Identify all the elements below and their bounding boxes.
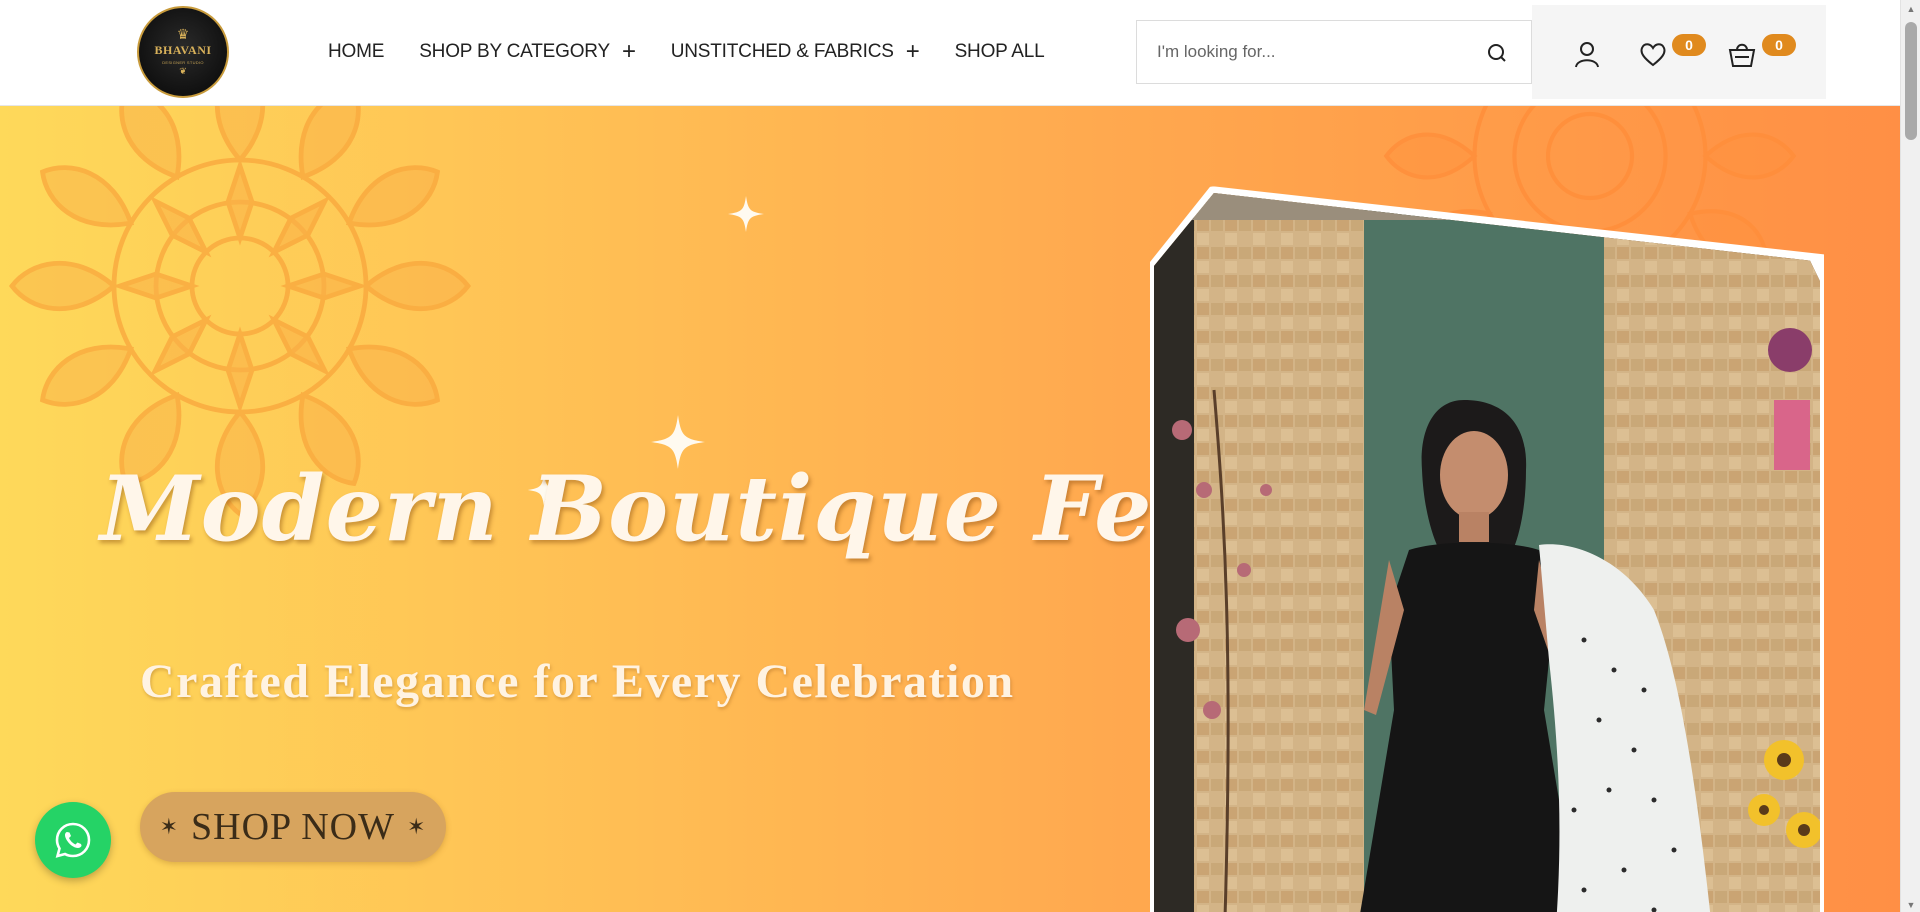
hero-model-photo (1154, 193, 1820, 912)
header-actions: 0 0 (1532, 5, 1826, 99)
search-bar (1136, 20, 1532, 84)
nav-item-label: SHOP ALL (954, 41, 1045, 62)
search-input[interactable] (1157, 42, 1477, 62)
scrollbar-thumb[interactable] (1905, 22, 1917, 140)
whatsapp-chat-button[interactable] (35, 802, 111, 878)
star-icon: ✶ (407, 814, 427, 839)
nav-item-home[interactable]: HOME (328, 41, 384, 63)
plus-icon[interactable]: + (622, 40, 636, 64)
plus-icon[interactable]: + (906, 40, 920, 64)
logo-ornament-icon: ❦ (179, 66, 187, 76)
hero-subheadline: Crafted Elegance for Every Celebration (140, 655, 1015, 708)
wishlist-count-badge: 0 (1672, 34, 1706, 56)
site-header: ♛ BHAVANI DESIGNER STUDIO ❦ HOME SHOP BY… (0, 0, 1900, 106)
nav-item-label: SHOP BY CATEGORY (419, 41, 610, 62)
heart-icon[interactable] (1638, 39, 1668, 69)
nav-item-shop-all[interactable]: SHOP ALL (955, 41, 1045, 63)
user-icon[interactable] (1572, 39, 1602, 69)
logo-tagline: DESIGNER STUDIO (162, 60, 204, 65)
nav-item-label: HOME (328, 41, 385, 62)
nav-item-shop-by-category[interactable]: SHOP BY CATEGORY + (419, 40, 636, 64)
main-nav: HOME SHOP BY CATEGORY + UNSTITCHED & FAB… (328, 0, 1080, 104)
brand-logo[interactable]: ♛ BHAVANI DESIGNER STUDIO ❦ (137, 6, 229, 98)
logo-brand-text: BHAVANI (154, 43, 212, 57)
hero-headline: Modern Boutique Feel (100, 456, 1246, 562)
sparkle-icon (728, 196, 764, 232)
hero-banner: Modern Boutique Feel Crafted Elegance fo… (0, 106, 1900, 912)
star-icon: ✶ (159, 814, 179, 839)
model-illustration (1154, 193, 1820, 912)
cart-count-badge: 0 (1762, 34, 1796, 56)
page-scrollbar[interactable]: ▲ ▼ (1900, 0, 1920, 912)
whatsapp-icon (55, 822, 91, 858)
scroll-up-arrow-icon[interactable]: ▲ (1905, 4, 1917, 14)
scroll-down-arrow-icon[interactable]: ▼ (1905, 900, 1917, 910)
basket-icon[interactable] (1727, 39, 1757, 69)
crown-icon: ♛ (176, 26, 190, 42)
search-icon[interactable] (1485, 41, 1509, 65)
shop-now-label: SHOP NOW (191, 806, 395, 848)
shop-now-button[interactable]: ✶ SHOP NOW ✶ (140, 792, 446, 862)
nav-item-unstitched-fabrics[interactable]: UNSTITCHED & FABRICS + (671, 40, 920, 64)
nav-item-label: UNSTITCHED & FABRICS (670, 41, 894, 62)
